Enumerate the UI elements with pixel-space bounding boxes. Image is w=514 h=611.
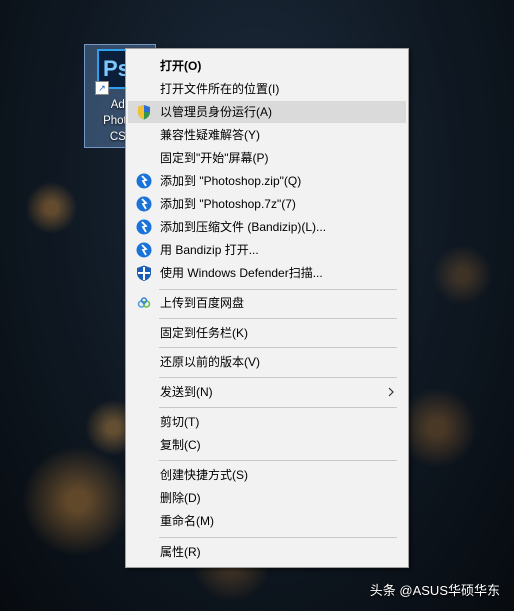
menu-item-create-shortcut[interactable]: 创建快捷方式(S) — [128, 464, 406, 486]
menu-item-open-location[interactable]: 打开文件所在的位置(I) — [128, 78, 406, 100]
menu-item-open[interactable]: 打开(O) — [128, 55, 406, 77]
admin-shield-icon — [138, 105, 150, 120]
menu-separator — [159, 289, 397, 290]
menu-item-label: 上传到百度网盘 — [160, 296, 245, 310]
bandizip-icon — [136, 196, 152, 212]
context-menu: 打开(O) 打开文件所在的位置(I) 以管理员身份运行(A) 兼容性疑难解答(Y… — [125, 48, 409, 568]
bandizip-icon — [136, 242, 152, 258]
menu-item-run-as-admin[interactable]: 以管理员身份运行(A) — [128, 101, 406, 123]
menu-item-delete[interactable]: 删除(D) — [128, 487, 406, 509]
menu-item-label: 添加到 "Photoshop.7z"(7) — [160, 197, 296, 211]
menu-item-label: 还原以前的版本(V) — [160, 355, 260, 369]
menu-item-label: 用 Bandizip 打开... — [160, 243, 259, 257]
watermark-text: 头条 @ASUS华硕华东 — [369, 583, 500, 598]
menu-item-add-archive[interactable]: 添加到压缩文件 (Bandizip)(L)... — [128, 216, 406, 238]
menu-item-label: 属性(R) — [160, 545, 201, 559]
menu-item-label: 重命名(M) — [160, 514, 214, 528]
menu-item-defender-scan[interactable]: 使用 Windows Defender扫描... — [128, 262, 406, 284]
menu-item-label: 兼容性疑难解答(Y) — [160, 128, 260, 142]
defender-icon — [137, 265, 151, 281]
menu-item-label: 使用 Windows Defender扫描... — [160, 266, 323, 280]
menu-item-baidu-upload[interactable]: 上传到百度网盘 — [128, 292, 406, 314]
chevron-right-icon — [388, 387, 394, 397]
menu-item-rename[interactable]: 重命名(M) — [128, 510, 406, 532]
menu-item-restore-versions[interactable]: 还原以前的版本(V) — [128, 351, 406, 373]
menu-item-open-with-bandizip[interactable]: 用 Bandizip 打开... — [128, 239, 406, 261]
menu-separator — [159, 537, 397, 538]
menu-item-properties[interactable]: 属性(R) — [128, 541, 406, 563]
menu-item-label: 打开文件所在的位置(I) — [160, 82, 280, 96]
menu-item-label: 固定到"开始"屏幕(P) — [160, 151, 269, 165]
menu-item-label: 以管理员身份运行(A) — [160, 105, 272, 119]
menu-item-send-to[interactable]: 发送到(N) — [128, 381, 406, 403]
menu-separator — [159, 460, 397, 461]
menu-item-add-7z[interactable]: 添加到 "Photoshop.7z"(7) — [128, 193, 406, 215]
menu-item-copy[interactable]: 复制(C) — [128, 434, 406, 456]
menu-item-label: 添加到压缩文件 (Bandizip)(L)... — [160, 220, 327, 234]
menu-separator — [159, 407, 397, 408]
menu-item-label: 复制(C) — [160, 438, 201, 452]
menu-item-label: 剪切(T) — [160, 415, 200, 429]
menu-item-compat-troubleshoot[interactable]: 兼容性疑难解答(Y) — [128, 124, 406, 146]
shortcut-arrow-icon: ↗ — [95, 81, 109, 95]
menu-item-pin-taskbar[interactable]: 固定到任务栏(K) — [128, 322, 406, 344]
menu-item-add-zip[interactable]: 添加到 "Photoshop.zip"(Q) — [128, 170, 406, 192]
menu-separator — [159, 347, 397, 348]
menu-item-label: 打开(O) — [160, 59, 202, 73]
baidu-cloud-icon — [137, 297, 151, 308]
menu-item-label: 创建快捷方式(S) — [160, 468, 248, 482]
menu-item-label: 发送到(N) — [160, 385, 213, 399]
menu-item-label: 添加到 "Photoshop.zip"(Q) — [160, 174, 302, 188]
menu-item-label: 删除(D) — [160, 491, 201, 505]
menu-item-cut[interactable]: 剪切(T) — [128, 411, 406, 433]
menu-separator — [159, 318, 397, 319]
bandizip-icon — [136, 173, 152, 189]
menu-item-label: 固定到任务栏(K) — [160, 326, 248, 340]
menu-separator — [159, 377, 397, 378]
bandizip-icon — [136, 219, 152, 235]
menu-item-pin-start[interactable]: 固定到"开始"屏幕(P) — [128, 147, 406, 169]
